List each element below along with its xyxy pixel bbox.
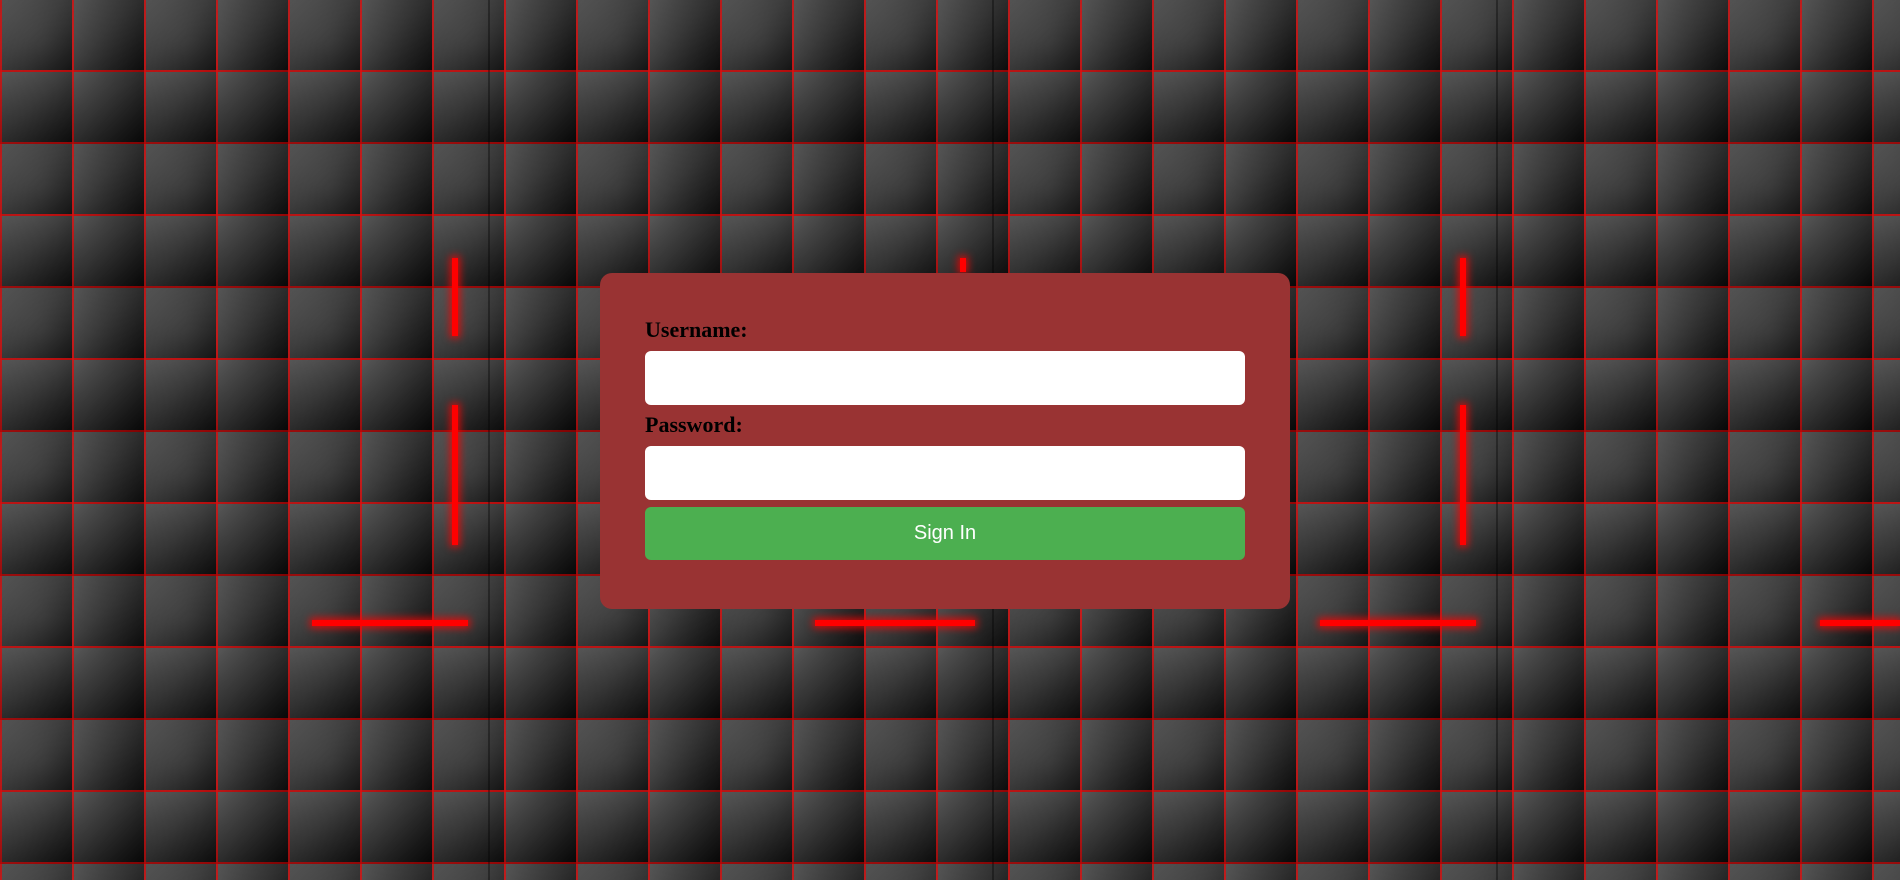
background-glow-seam [1460,258,1466,336]
sign-in-button[interactable]: Sign In [645,507,1245,560]
background-glow-seam [815,620,975,626]
password-input[interactable] [645,446,1245,500]
background-glow-seam [960,258,966,272]
login-card: Username: Password: Sign In [600,273,1290,609]
background-glow-seam [452,405,458,545]
password-label: Password: [645,412,743,437]
background-glow-seam [1320,620,1476,626]
username-label: Username: [645,317,748,342]
background-glow-seam [1820,620,1900,626]
username-input[interactable] [645,351,1245,405]
background-glow-seam [1460,405,1466,545]
background-glow-seam [452,258,458,336]
background-glow-seam [312,620,468,626]
